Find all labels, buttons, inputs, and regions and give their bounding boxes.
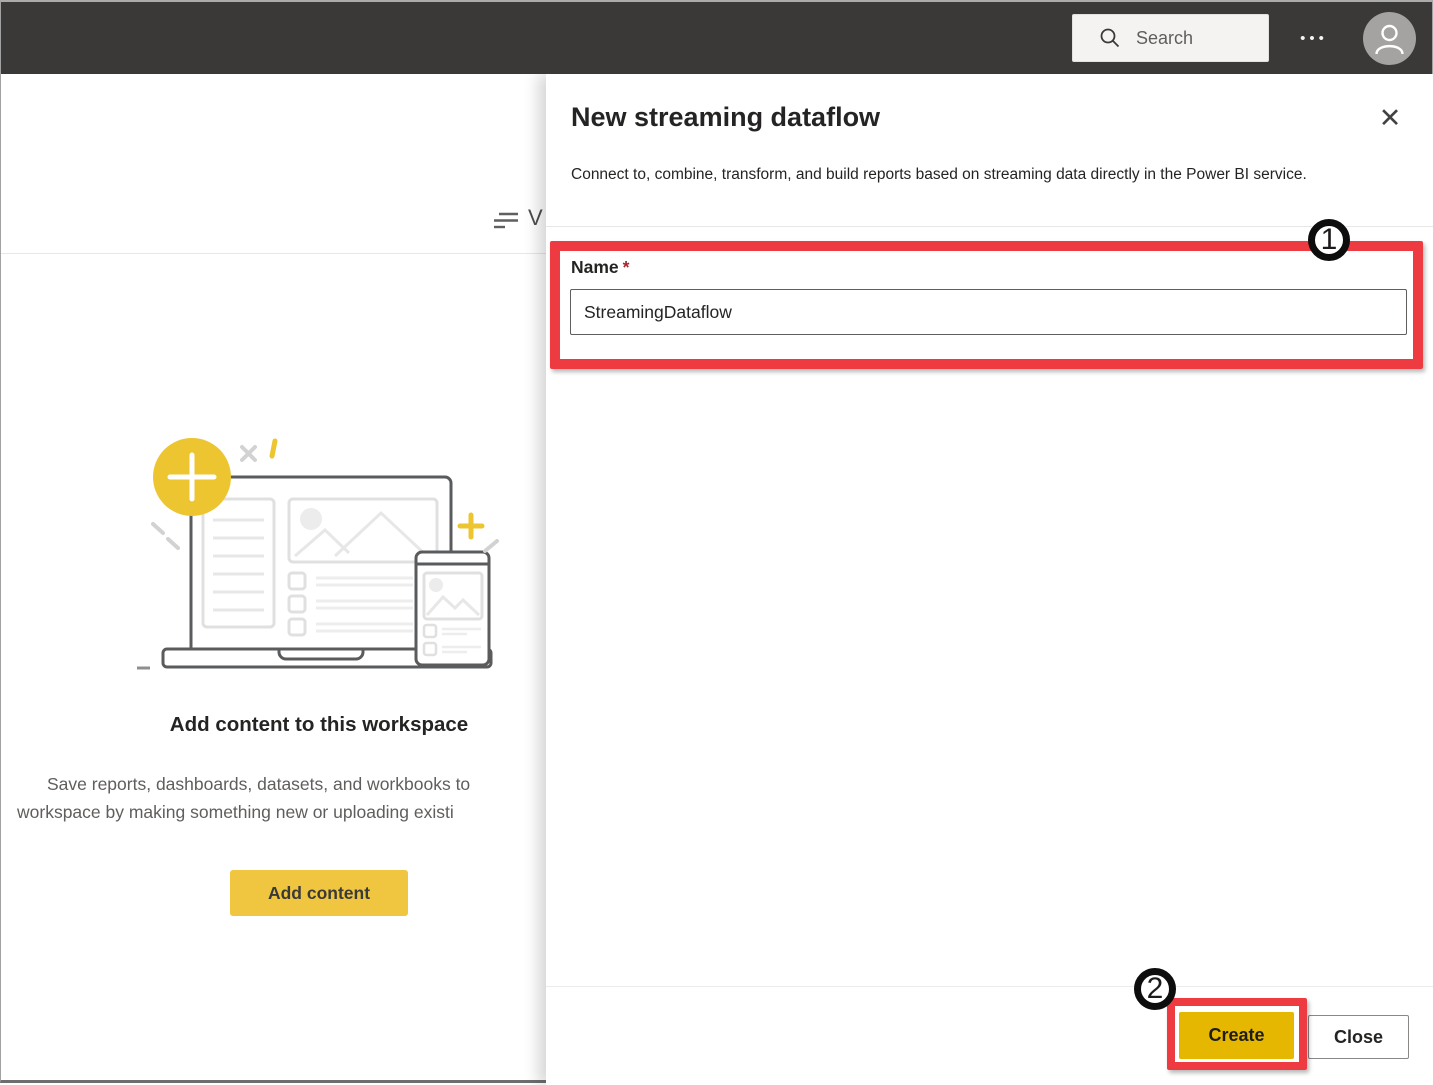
workspace-header-divider [1,253,547,254]
add-content-button[interactable]: Add content [230,870,408,916]
empty-state-text-line2: workspace by making something new or upl… [17,802,454,823]
empty-workspace-illustration [129,425,513,677]
required-asterisk: * [623,257,630,277]
new-streaming-dataflow-panel: New streaming dataflow ✕ Connect to, com… [546,74,1433,1085]
top-app-bar: ••• [1,2,1432,74]
user-avatar[interactable] [1363,12,1416,65]
search-icon [1099,27,1121,49]
footer-divider [546,986,1433,987]
view-label-partial: V [528,207,543,230]
panel-description: Connect to, combine, transform, and buil… [571,162,1369,187]
name-field-label: Name* [571,257,629,278]
close-button[interactable]: Close [1308,1015,1409,1059]
search-input[interactable] [1136,28,1266,49]
name-input[interactable] [570,289,1407,335]
panel-title: New streaming dataflow [571,102,880,133]
panel-divider [546,226,1433,227]
more-options-icon[interactable]: ••• [1291,2,1337,74]
create-button[interactable]: Create [1179,1012,1294,1059]
view-dropdown[interactable]: V [491,204,543,230]
search-box[interactable] [1072,14,1269,62]
person-icon [1366,15,1413,62]
sort-lines-icon [491,204,519,230]
empty-state-text-line1: Save reports, dashboards, datasets, and … [47,774,470,795]
close-icon[interactable]: ✕ [1370,98,1410,138]
empty-state-heading: Add content to this workspace [1,713,637,737]
